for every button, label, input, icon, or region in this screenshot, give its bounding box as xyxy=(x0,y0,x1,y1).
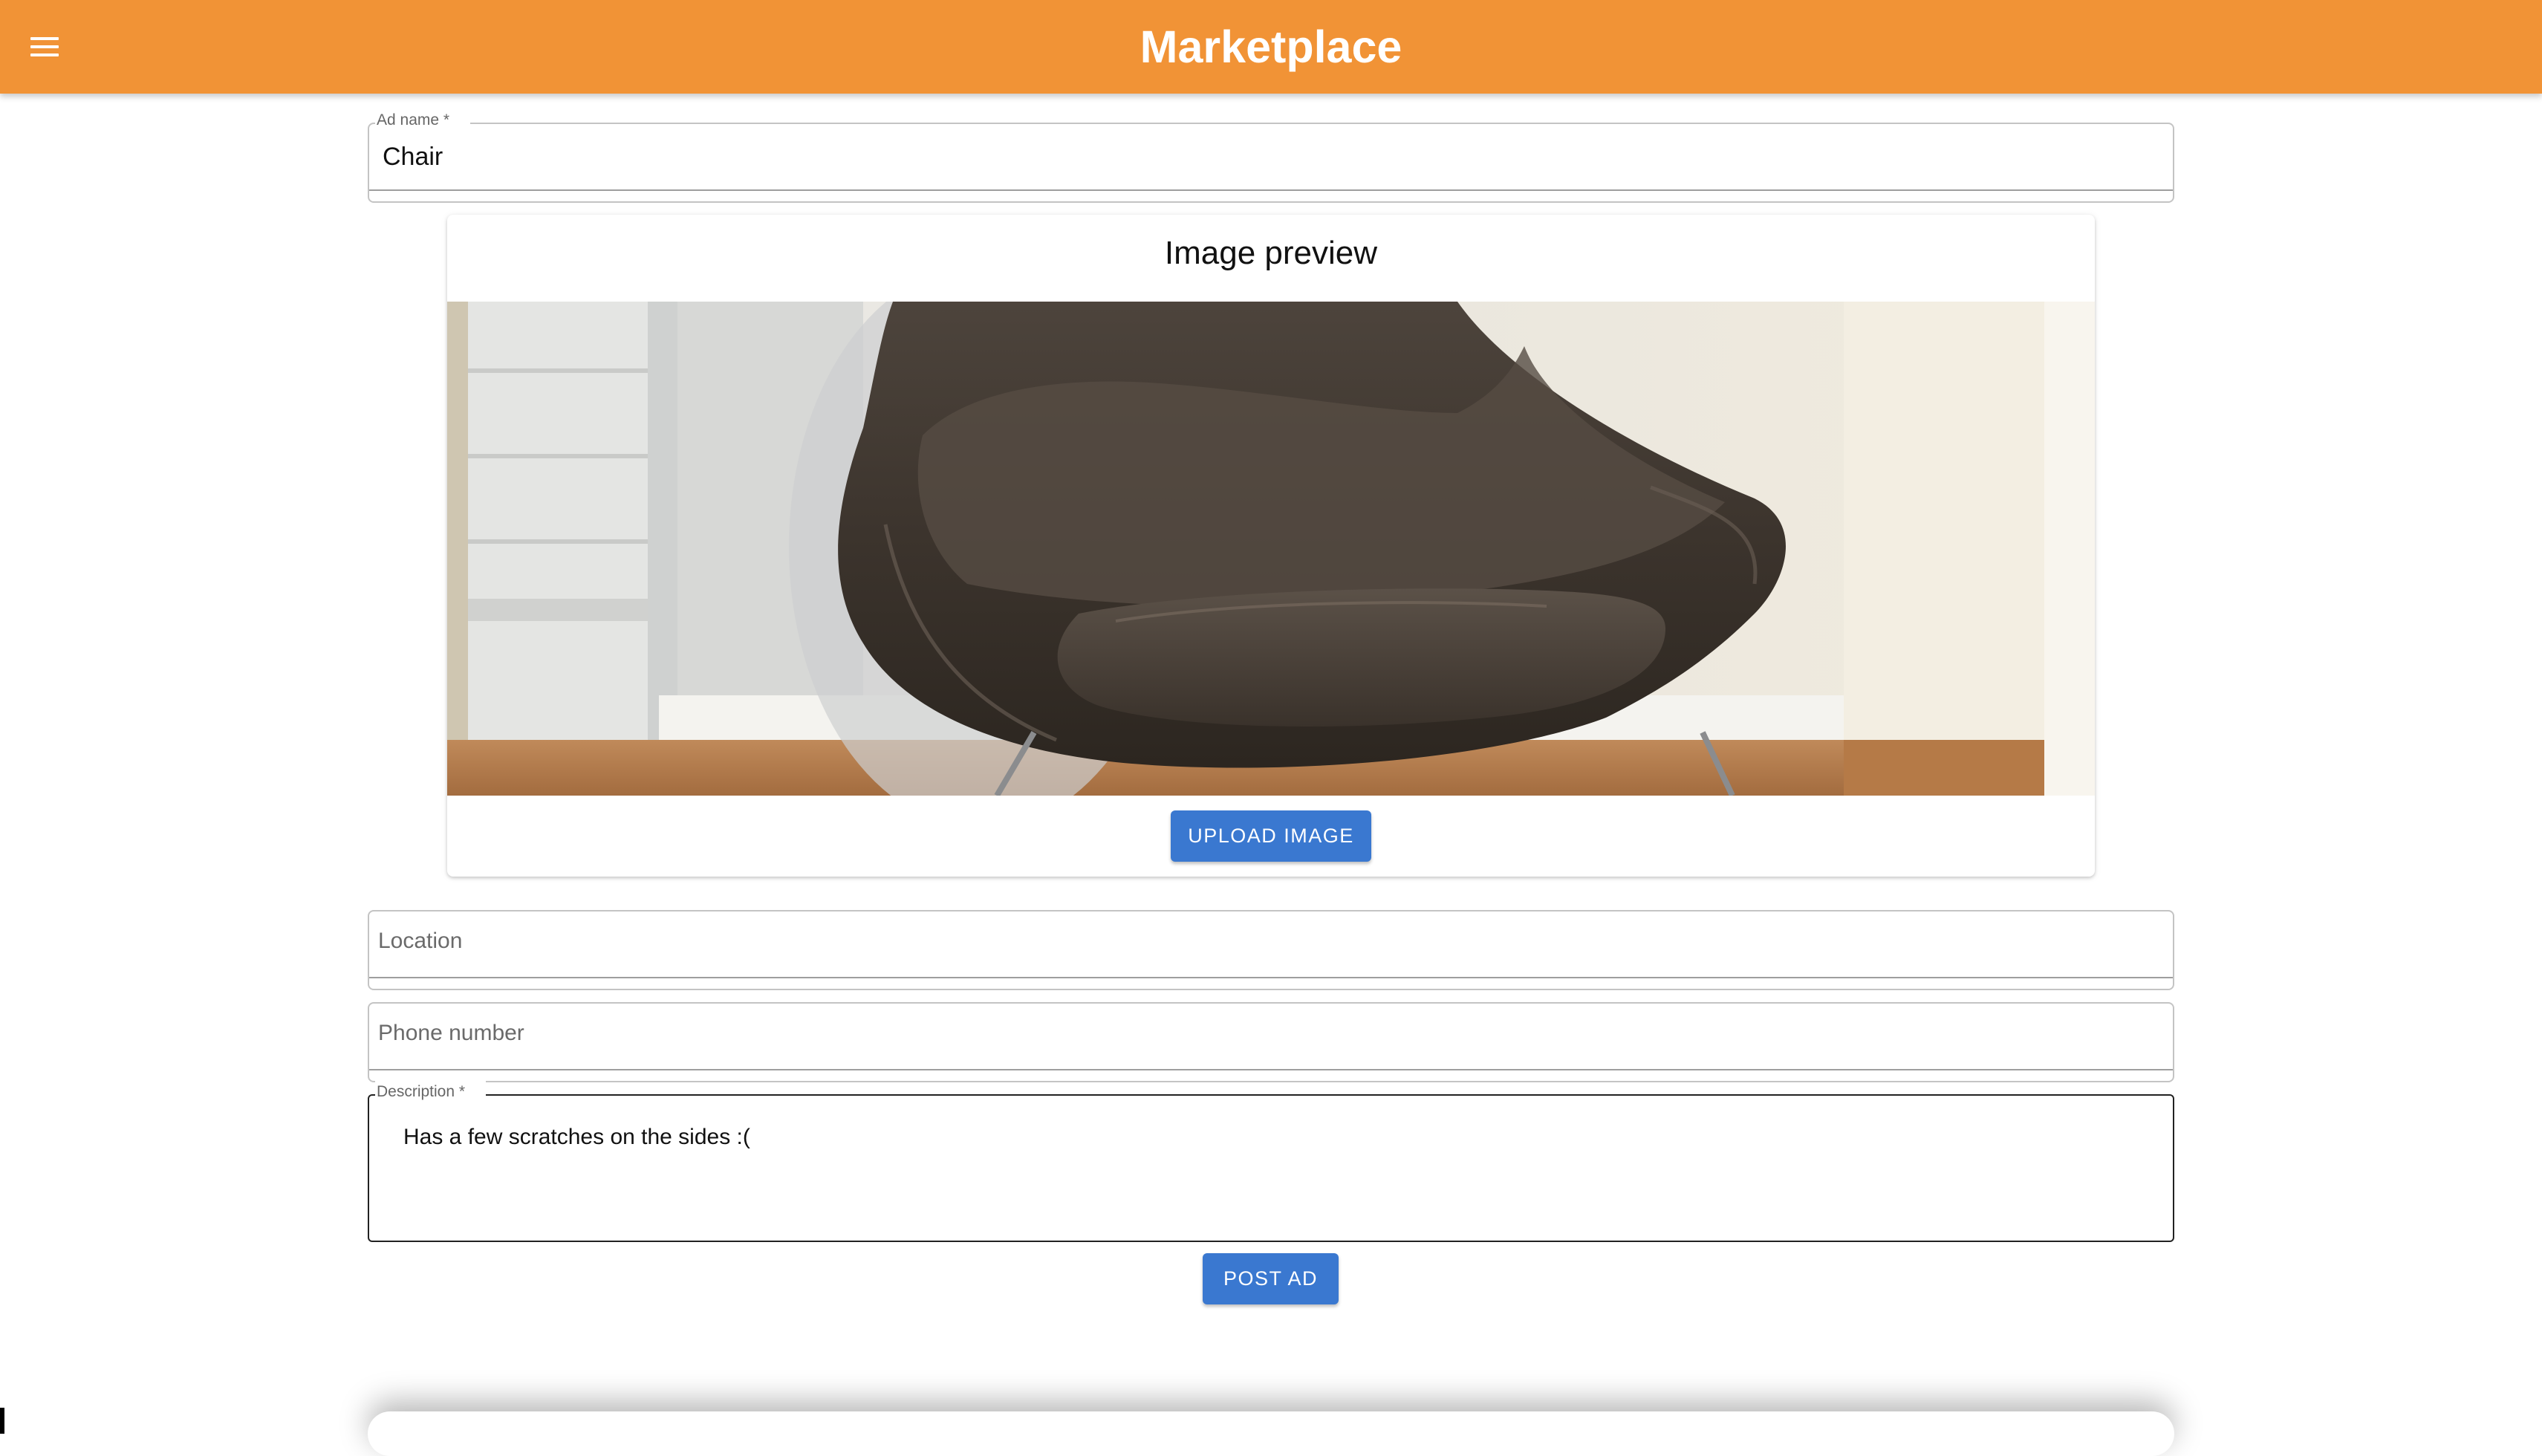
window-edge xyxy=(0,1408,4,1434)
post-ad-button[interactable]: POST AD xyxy=(1203,1253,1339,1304)
description-label: Description * xyxy=(375,1081,487,1103)
menu-icon xyxy=(30,37,59,56)
ad-name-value: Chair xyxy=(383,143,443,171)
location-placeholder: Location xyxy=(378,929,463,953)
ad-name-field[interactable]: Ad name * Chair xyxy=(368,109,2174,203)
ad-name-label: Ad name * xyxy=(375,109,471,131)
image-preview-card: Image preview UPLOAD IMAGE xyxy=(447,215,2095,877)
description-value: Has a few scratches on the sides :( xyxy=(403,1125,750,1149)
ad-name-underline xyxy=(369,189,2173,191)
app-bar: Marketplace xyxy=(0,0,2542,94)
phone-number-placeholder: Phone number xyxy=(378,1021,524,1045)
upload-image-button[interactable]: UPLOAD IMAGE xyxy=(1171,810,1371,862)
menu-button[interactable] xyxy=(15,17,74,77)
description-field[interactable]: Description * Has a few scratches on the… xyxy=(368,1081,2174,1242)
image-preview-title: Image preview xyxy=(1164,235,1378,271)
app-title: Marketplace xyxy=(1140,22,1402,72)
image-preview xyxy=(447,302,2095,796)
location-underline xyxy=(369,977,2173,978)
chair-image xyxy=(447,302,2095,796)
bottom-panel-shadow xyxy=(368,1411,2174,1456)
phone-number-field[interactable]: Phone number xyxy=(368,1002,2174,1082)
phone-number-underline xyxy=(369,1069,2173,1070)
location-field[interactable]: Location xyxy=(368,910,2174,990)
